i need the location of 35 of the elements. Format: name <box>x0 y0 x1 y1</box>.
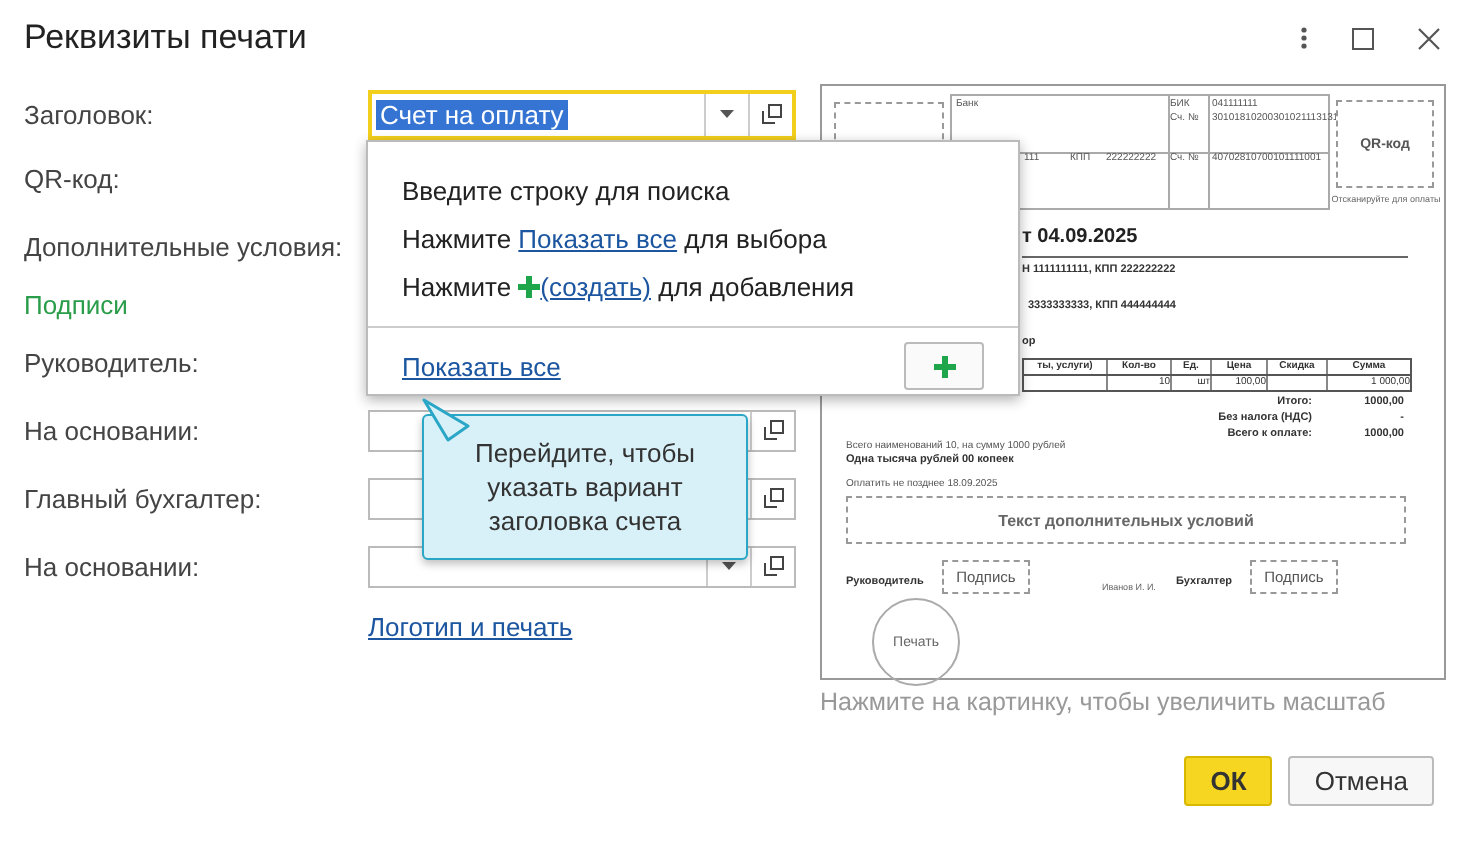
field-label: Дополнительные условия: <box>24 231 345 261</box>
field-label: Главный бухгалтер: <box>24 483 264 513</box>
open-icon[interactable] <box>763 556 783 576</box>
close-icon[interactable] <box>1418 27 1440 49</box>
tooltip-pointer <box>420 398 472 442</box>
plus-icon <box>518 276 541 298</box>
invoice-title: т 04.09.2025 <box>1022 226 1408 258</box>
window-title: Реквизиты печати <box>24 18 307 58</box>
more-icon[interactable] <box>1300 26 1308 50</box>
create-link[interactable]: (создать) <box>540 272 651 302</box>
add-button[interactable] <box>904 342 984 390</box>
caret-icon[interactable] <box>720 110 734 118</box>
logo-link[interactable]: Логотип и печать <box>368 611 573 641</box>
maximize-icon[interactable] <box>1352 27 1374 49</box>
hint-text: Нажмите Показать все для выбора <box>402 222 829 256</box>
tooltip: Перейдите, чтобы указать вариант заголовка счета <box>422 414 748 560</box>
show-all-link[interactable]: Показать все <box>518 224 678 254</box>
preview-hint: Нажмите на картинку, чтобы увеличить масштаб <box>820 688 1388 716</box>
show-all-link[interactable]: Показать все <box>402 351 561 381</box>
field-label: QR-код: <box>24 163 122 193</box>
cancel-button[interactable]: Отмена <box>1288 756 1434 806</box>
open-icon[interactable] <box>763 488 783 508</box>
ok-button[interactable]: ОК <box>1184 756 1273 806</box>
field-label: Руководитель: <box>24 347 201 377</box>
hint-text: Введите строку для поиска <box>402 174 732 208</box>
hint-text: Нажмите (создать) для добавления <box>402 270 857 304</box>
field-label: На основании: <box>24 551 202 581</box>
terms-placeholder: Текст дополнительных условий <box>846 496 1406 544</box>
section-heading: Подписи <box>24 289 128 319</box>
open-icon[interactable] <box>763 420 783 440</box>
plus-icon <box>933 355 955 377</box>
open-icon[interactable] <box>761 104 781 124</box>
field-label: Заголовок: <box>24 99 156 129</box>
input-field[interactable]: Счет на оплату <box>368 89 796 139</box>
field-label: На основании: <box>24 415 202 445</box>
